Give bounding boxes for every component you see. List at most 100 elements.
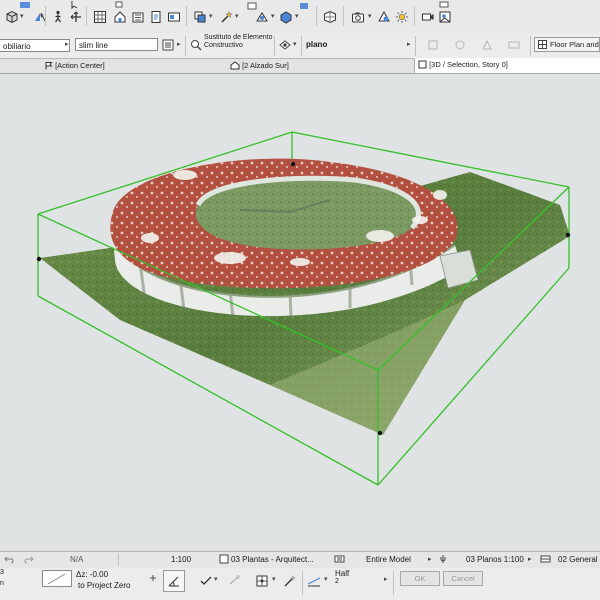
document-icon[interactable]	[148, 9, 164, 25]
ok-button[interactable]: OK	[400, 571, 440, 586]
camera-icon[interactable]	[350, 9, 366, 25]
selection-handle	[290, 161, 296, 167]
separator	[343, 6, 344, 26]
disabled-tool-icon	[507, 38, 521, 52]
toolbar-top-icon[interactable]	[19, 1, 31, 9]
angle-icon[interactable]	[163, 570, 185, 592]
separator	[414, 6, 415, 26]
toolbar-top-icon[interactable]	[296, 1, 312, 11]
separator	[301, 36, 302, 56]
chevron-right-icon[interactable]: ▾	[293, 40, 297, 48]
video-camera-icon[interactable]	[420, 9, 436, 25]
magic-snap-icon[interactable]	[226, 573, 242, 589]
grid-icon[interactable]	[92, 9, 108, 25]
wand-icon[interactable]	[282, 573, 298, 589]
mesh-icon[interactable]	[322, 9, 338, 25]
chevron-down-icon[interactable]: ▾	[209, 12, 213, 20]
half-label[interactable]: Half	[335, 569, 349, 578]
dimension-icon[interactable]	[538, 552, 552, 566]
tab-3d-active[interactable]: [3D / Selection, Story 0]	[414, 58, 600, 73]
dimension-value[interactable]: 02 General (D	[558, 555, 600, 564]
toolbar-top-icon[interactable]	[436, 0, 452, 9]
model-view-icon[interactable]	[332, 552, 346, 566]
flag-icon	[45, 62, 53, 70]
half-value: 2	[335, 578, 339, 585]
separator	[118, 553, 119, 566]
chevron-down-icon[interactable]: ▾	[272, 575, 276, 583]
tab-elevation[interactable]: [2 Alzado Sur]	[230, 59, 289, 73]
pen-icon[interactable]	[437, 552, 449, 566]
pen-set-value[interactable]: 03 Planos 1:100	[466, 555, 524, 564]
tab-label: [Action Center]	[55, 61, 105, 70]
chevron-right-icon[interactable]: ▸	[384, 575, 388, 583]
selection-handle	[36, 256, 42, 262]
chevron-down-icon[interactable]: ▾	[368, 12, 372, 20]
chevron-down-icon[interactable]: ▾	[214, 575, 218, 583]
sun-icon[interactable]	[394, 9, 410, 25]
toolbar-top-icon[interactable]	[111, 0, 127, 9]
layer-combo[interactable]: obiliario	[0, 39, 70, 52]
chevron-right-icon[interactable]: ▸	[528, 555, 532, 563]
chevron-right-icon[interactable]: ▸	[65, 40, 69, 48]
tab-label: [2 Alzado Sur]	[242, 61, 289, 70]
layer-combo-value: obiliario	[3, 42, 31, 51]
3d-window-icon	[418, 60, 427, 69]
tab-label: [3D / Selection, Story 0]	[429, 60, 508, 69]
walk-icon[interactable]	[50, 9, 66, 25]
chevron-down-icon[interactable]: ▾	[235, 12, 239, 20]
layer-combination-value[interactable]: 03 Plantas - Arquitect...	[231, 555, 314, 564]
point-cloud-model[interactable]	[0, 74, 600, 551]
shape-icon[interactable]	[254, 9, 270, 25]
layers-icon[interactable]	[192, 9, 208, 25]
model-view-value[interactable]: Entire Model	[366, 555, 411, 564]
wand-icon[interactable]	[218, 9, 234, 25]
chevron-down-icon[interactable]: ▾	[40, 12, 44, 20]
coordinate-bar: 3 n Δz: -0.00 to Project Zero ▾ ▾ ▾ Half…	[0, 568, 600, 600]
select-arrow-icon[interactable]	[67, 0, 83, 9]
reference-value[interactable]: to Project Zero	[78, 581, 130, 590]
disabled-tool-icon	[480, 38, 494, 52]
home-icon[interactable]	[112, 9, 128, 25]
line-preview-field[interactable]	[42, 570, 72, 587]
chevron-right-icon[interactable]: ▸	[428, 555, 432, 563]
guide-line-icon[interactable]	[306, 573, 322, 589]
layout-icon[interactable]	[166, 9, 182, 25]
chevron-down-icon[interactable]: ▾	[324, 575, 328, 583]
cancel-button[interactable]: Cancel	[443, 571, 483, 586]
photo-render-icon[interactable]	[437, 9, 453, 25]
redo-icon[interactable]	[22, 552, 36, 566]
render-settings-icon[interactable]	[376, 9, 392, 25]
delta-z-value[interactable]: Δz: -0.00	[76, 570, 108, 579]
chevron-right-icon[interactable]: ▸	[407, 40, 411, 48]
grid-snap-icon[interactable]	[254, 573, 270, 589]
main-toolbar: ▾ ▾ ▾ ▾ ▾ ▾ ▾	[0, 0, 600, 34]
tab-action-center[interactable]: [Action Center]	[44, 59, 105, 73]
3d-viewport[interactable]	[0, 74, 600, 551]
list-icon[interactable]	[161, 38, 175, 52]
checkmark-icon[interactable]	[198, 573, 214, 589]
chevron-down-icon[interactable]: ▾	[20, 12, 24, 20]
render-icon[interactable]	[278, 9, 294, 25]
chevron-down-icon[interactable]: ▾	[295, 12, 299, 20]
floor-plan-button[interactable]: Floor Plan and	[534, 37, 600, 52]
layers-icon[interactable]	[218, 552, 230, 566]
orbit-icon[interactable]	[68, 9, 84, 25]
settings-icon[interactable]	[147, 571, 159, 585]
view-settings-icon[interactable]	[278, 38, 292, 52]
building-icon[interactable]	[130, 9, 146, 25]
undo-icon[interactable]	[2, 552, 16, 566]
box-icon[interactable]	[4, 9, 20, 25]
scale-value[interactable]: 1:100	[171, 555, 191, 564]
chevron-down-icon[interactable]: ▾	[271, 12, 275, 20]
separator	[393, 571, 394, 595]
separator	[415, 36, 416, 56]
selection-handle	[565, 232, 571, 238]
info-toolbar: obiliario ▸ slim line ▸ Sustituto de Ele…	[0, 33, 600, 59]
chevron-right-icon[interactable]: ▸	[177, 40, 181, 48]
zoom-value: N/A	[70, 555, 84, 564]
status-bar: N/A 1:100 03 Plantas - Arquitect... Enti…	[0, 551, 600, 569]
disabled-tool-icon	[453, 38, 467, 52]
separator	[302, 571, 303, 595]
substitute-icon[interactable]	[189, 38, 203, 52]
line-type-field[interactable]: slim line	[75, 38, 158, 51]
